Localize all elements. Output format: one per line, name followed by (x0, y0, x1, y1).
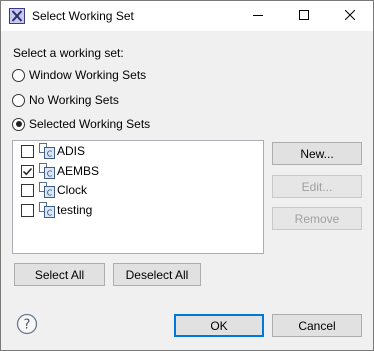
dialog-title: Select Working Set (32, 9, 134, 23)
minimize-button[interactable] (235, 1, 281, 31)
checkbox[interactable] (21, 144, 34, 158)
working-set-icon: C (39, 163, 55, 179)
title-bar[interactable]: Select Working Set (1, 1, 373, 31)
list-item-clock[interactable]: C Clock (21, 181, 87, 199)
working-set-icon: C (39, 202, 55, 218)
select-working-set-dialog: Select Working Set Select a working set:… (0, 0, 374, 351)
working-set-icon: C (39, 182, 55, 198)
minimize-icon (253, 9, 263, 23)
list-item-label: testing (57, 203, 93, 217)
radio-window-working-sets[interactable]: Window Working Sets (12, 67, 146, 83)
list-item-label: ADIS (57, 144, 86, 158)
radio-no-working-sets[interactable]: No Working Sets (12, 92, 119, 108)
close-icon (344, 9, 356, 23)
radio-button[interactable] (12, 93, 25, 107)
new-button[interactable]: New... (272, 142, 362, 165)
eclipse-working-set-icon (9, 8, 25, 24)
radio-label: Window Working Sets (29, 68, 147, 82)
close-button[interactable] (327, 1, 373, 31)
svg-text:?: ? (24, 318, 31, 333)
working-set-list[interactable]: C ADIS C AEMBS C Clock C testing (12, 140, 264, 254)
maximize-button[interactable] (281, 1, 327, 31)
list-item-label: AEMBS (57, 164, 100, 178)
select-working-set-label: Select a working set: (13, 46, 124, 60)
list-item-testing[interactable]: C testing (21, 201, 92, 219)
ok-button[interactable]: OK (174, 314, 264, 337)
radio-label: No Working Sets (29, 93, 119, 107)
list-item-adis[interactable]: C ADIS (21, 142, 85, 160)
edit-button[interactable]: Edit... (272, 175, 362, 198)
remove-button[interactable]: Remove (272, 207, 362, 230)
svg-text:C: C (47, 189, 53, 198)
radio-button[interactable] (12, 68, 25, 82)
radio-label: Selected Working Sets (29, 117, 151, 131)
cancel-button[interactable]: Cancel (272, 314, 362, 337)
checkbox[interactable] (21, 203, 34, 217)
checkbox-checked[interactable] (21, 164, 34, 178)
radio-button-selected[interactable] (12, 117, 25, 131)
maximize-icon (299, 9, 309, 23)
deselect-all-button[interactable]: Deselect All (113, 263, 201, 286)
list-item-label: Clock (57, 183, 88, 197)
working-set-icon: C (39, 143, 55, 159)
list-item-aembs[interactable]: C AEMBS (21, 162, 99, 180)
checkbox[interactable] (21, 183, 34, 197)
svg-text:C: C (47, 209, 53, 218)
help-icon[interactable]: ? (16, 313, 38, 335)
select-all-button[interactable]: Select All (14, 263, 105, 286)
svg-text:C: C (47, 170, 53, 179)
radio-selected-working-sets[interactable]: Selected Working Sets (12, 116, 150, 132)
svg-text:C: C (47, 150, 53, 159)
